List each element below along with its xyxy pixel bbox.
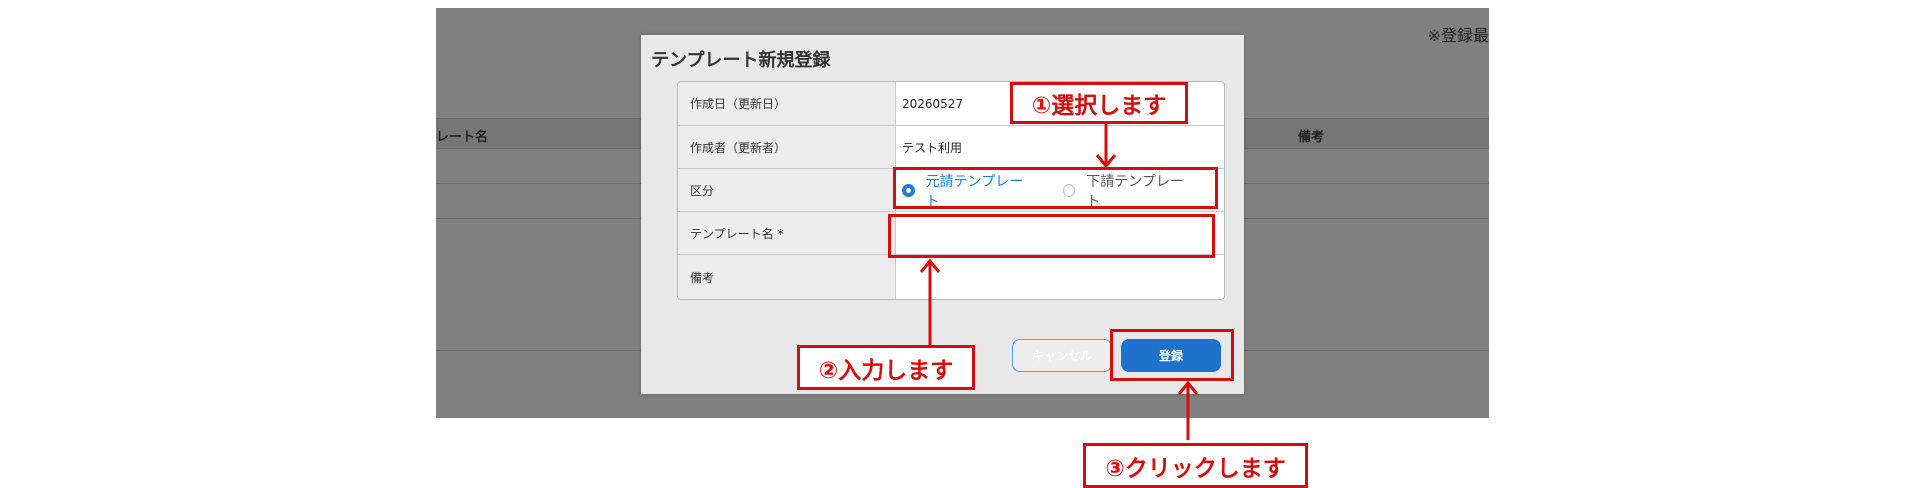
callout-step2: ②入力します xyxy=(797,345,975,390)
callout-step1: ①選択します xyxy=(1010,82,1188,124)
callout-step3: ③クリックします xyxy=(1083,443,1308,488)
annotation-arrows xyxy=(919,123,1199,440)
